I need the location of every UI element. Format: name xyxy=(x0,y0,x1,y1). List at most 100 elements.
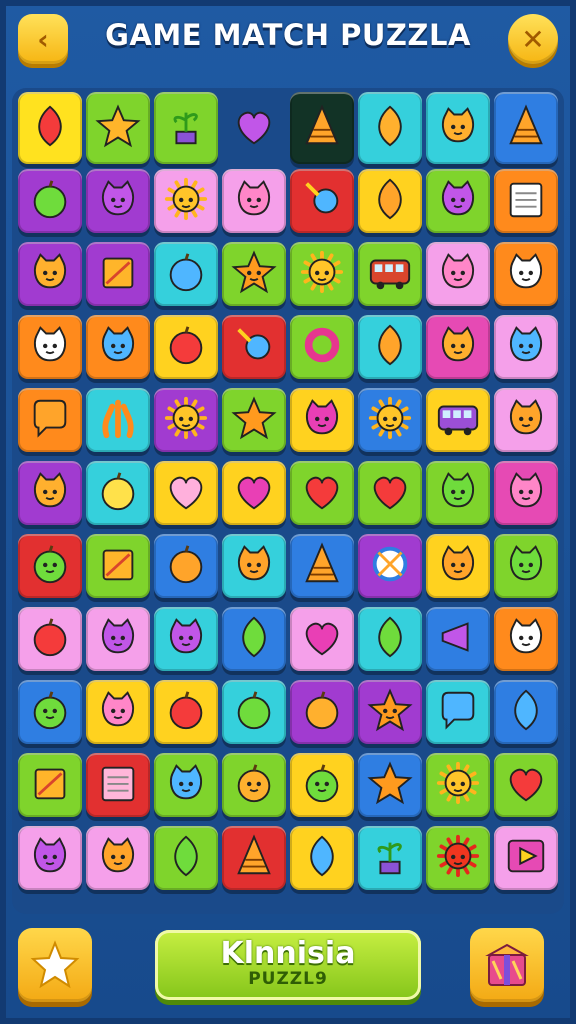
tile[interactable] xyxy=(290,534,354,598)
tile[interactable] xyxy=(86,388,150,452)
tile[interactable] xyxy=(494,169,558,233)
gift-box-button[interactable] xyxy=(470,928,544,1002)
tile[interactable] xyxy=(358,534,422,598)
tile[interactable] xyxy=(18,461,82,525)
tile[interactable] xyxy=(494,753,558,817)
tile[interactable] xyxy=(494,242,558,306)
tile[interactable] xyxy=(358,607,422,671)
tile[interactable] xyxy=(426,534,490,598)
tile[interactable] xyxy=(426,753,490,817)
tile[interactable] xyxy=(154,680,218,744)
tile[interactable] xyxy=(222,680,286,744)
tile[interactable] xyxy=(154,534,218,598)
tile[interactable] xyxy=(154,242,218,306)
tile[interactable] xyxy=(426,315,490,379)
tile[interactable] xyxy=(86,315,150,379)
tile[interactable] xyxy=(222,461,286,525)
tile[interactable] xyxy=(18,92,82,164)
tile[interactable] xyxy=(154,461,218,525)
tile[interactable] xyxy=(222,607,286,671)
tile[interactable] xyxy=(494,461,558,525)
play-button[interactable]: Klnnisia PUZZL9 xyxy=(155,930,421,1000)
tile[interactable] xyxy=(222,315,286,379)
tile[interactable] xyxy=(86,680,150,744)
tile[interactable] xyxy=(86,607,150,671)
tile[interactable] xyxy=(154,388,218,452)
tile[interactable] xyxy=(426,169,490,233)
tile[interactable] xyxy=(222,753,286,817)
tile[interactable] xyxy=(358,92,422,164)
tile[interactable] xyxy=(358,169,422,233)
tile[interactable] xyxy=(290,753,354,817)
tile[interactable] xyxy=(290,461,354,525)
tile[interactable] xyxy=(18,242,82,306)
tile[interactable] xyxy=(290,388,354,452)
tile[interactable] xyxy=(86,826,150,890)
tile[interactable] xyxy=(18,680,82,744)
tile[interactable] xyxy=(358,680,422,744)
tile[interactable] xyxy=(154,315,218,379)
close-button[interactable]: ✕ xyxy=(508,14,558,64)
tile[interactable] xyxy=(494,680,558,744)
tile[interactable] xyxy=(358,388,422,452)
tile[interactable] xyxy=(426,680,490,744)
tile[interactable] xyxy=(426,607,490,671)
tile[interactable] xyxy=(494,388,558,452)
tile[interactable] xyxy=(154,826,218,890)
tile[interactable] xyxy=(86,461,150,525)
tile[interactable] xyxy=(222,96,286,160)
back-button[interactable]: ‹ xyxy=(18,14,68,64)
tile[interactable] xyxy=(358,461,422,525)
tile[interactable] xyxy=(222,826,286,890)
tile[interactable] xyxy=(86,242,150,306)
tile[interactable] xyxy=(426,92,490,164)
tile[interactable] xyxy=(222,242,286,306)
tile[interactable] xyxy=(426,826,490,890)
tile[interactable] xyxy=(222,169,286,233)
tile[interactable] xyxy=(290,826,354,890)
plant-green-icon xyxy=(367,833,413,883)
tile[interactable] xyxy=(154,753,218,817)
star-icon xyxy=(30,940,80,989)
tile[interactable] xyxy=(154,607,218,671)
tile[interactable] xyxy=(18,534,82,598)
tile[interactable] xyxy=(290,92,354,164)
tile[interactable] xyxy=(494,607,558,671)
tile[interactable] xyxy=(154,169,218,233)
tile[interactable] xyxy=(290,607,354,671)
tile[interactable] xyxy=(222,388,286,452)
tile[interactable] xyxy=(86,169,150,233)
tile[interactable] xyxy=(494,826,558,890)
tile[interactable] xyxy=(358,242,422,306)
tile[interactable] xyxy=(18,388,82,452)
tile[interactable] xyxy=(494,92,558,164)
star-button[interactable] xyxy=(18,928,92,1002)
tile[interactable] xyxy=(154,92,218,164)
tile[interactable] xyxy=(358,753,422,817)
tile[interactable] xyxy=(426,242,490,306)
tile[interactable] xyxy=(358,826,422,890)
tile[interactable] xyxy=(18,826,82,890)
chevron-left-icon: ‹ xyxy=(37,22,49,56)
leaf-green-icon xyxy=(231,614,277,664)
tile[interactable] xyxy=(426,461,490,525)
tile[interactable] xyxy=(290,680,354,744)
tile[interactable] xyxy=(290,315,354,379)
tile[interactable] xyxy=(358,315,422,379)
tile[interactable] xyxy=(86,534,150,598)
tile[interactable] xyxy=(494,534,558,598)
tile[interactable] xyxy=(290,169,354,233)
tile[interactable] xyxy=(86,753,150,817)
tile[interactable] xyxy=(494,315,558,379)
tile[interactable] xyxy=(18,607,82,671)
tile[interactable] xyxy=(18,753,82,817)
ring-icon xyxy=(299,322,345,372)
tile[interactable] xyxy=(290,242,354,306)
tile[interactable] xyxy=(18,169,82,233)
tile[interactable] xyxy=(86,92,150,164)
tile[interactable] xyxy=(18,315,82,379)
tile[interactable] xyxy=(426,388,490,452)
star-face-icon xyxy=(231,249,277,299)
frog-icon xyxy=(27,249,73,299)
tile[interactable] xyxy=(222,534,286,598)
